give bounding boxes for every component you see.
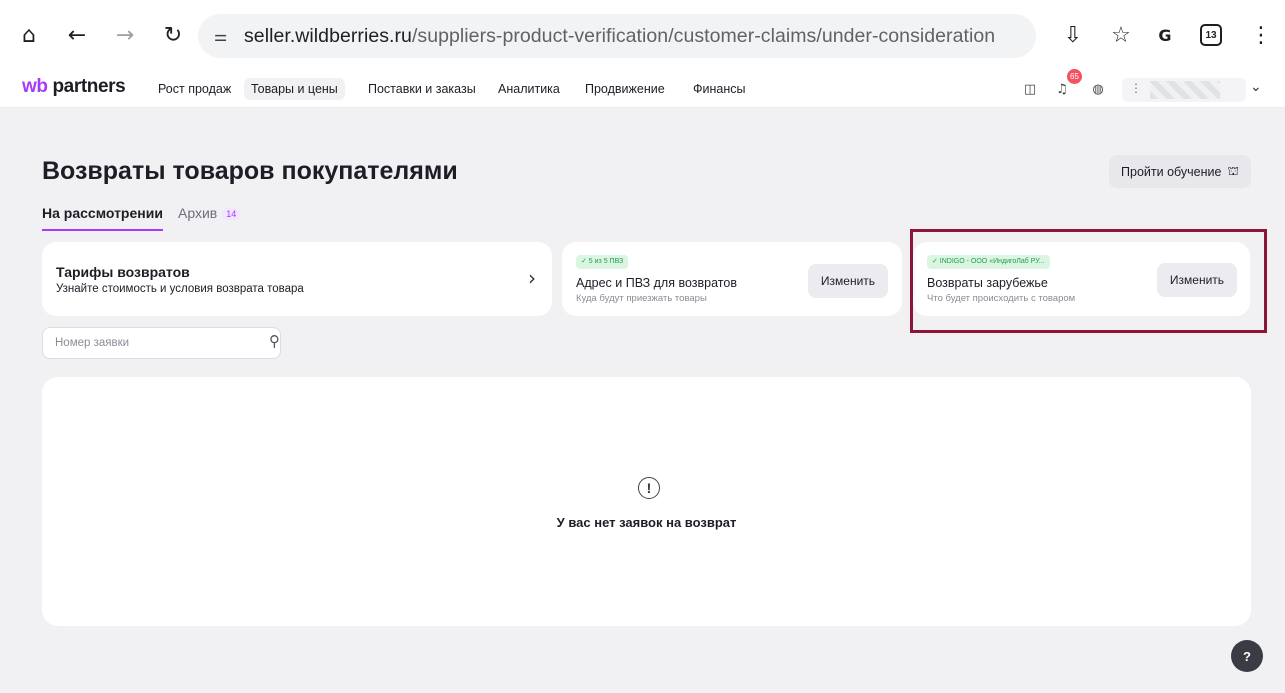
- tab-count: 13: [1205, 29, 1217, 41]
- reload-icon[interactable]: ↻: [160, 22, 186, 48]
- tab-under-consideration[interactable]: На рассмотрении: [42, 205, 163, 231]
- training-button[interactable]: Пройти обучение ⛫: [1109, 155, 1251, 188]
- profile-separator-icon: ⋮: [1130, 81, 1142, 95]
- tariff-subtitle: Узнайте стоимость и условия возврата тов…: [56, 283, 304, 295]
- help-button[interactable]: ?: [1231, 640, 1263, 672]
- graduation-cap-icon: ⛫: [1227, 163, 1239, 178]
- url-path: /suppliers-product-verification/customer…: [411, 24, 996, 47]
- back-icon[interactable]: ←: [64, 22, 90, 48]
- exclamation-circle-icon: !: [638, 477, 660, 499]
- support-icon[interactable]: ◍: [1088, 79, 1108, 99]
- address-card: ✓ 5 из 5 ПВЗ Адрес и ПВЗ для возвратов К…: [562, 242, 902, 316]
- browser-toolbar: ⌂ ← → ↻ ⚌ seller.wildberries.ru/supplier…: [0, 0, 1285, 70]
- address-status-badge: ✓ 5 из 5 ПВЗ: [576, 255, 629, 269]
- site-header: wb partners Рост продаж Товары и цены По…: [0, 70, 1285, 108]
- nav-goods-prices[interactable]: Товары и цены: [244, 78, 345, 100]
- highlight-frame: [910, 229, 1267, 333]
- search-input[interactable]: [43, 328, 243, 358]
- logo[interactable]: wb partners: [22, 76, 126, 98]
- address-title: Адрес и ПВЗ для возвратов: [576, 276, 737, 290]
- search-field[interactable]: ⚲: [42, 327, 281, 359]
- url-text[interactable]: seller.wildberries.ru/suppliers-product-…: [244, 25, 995, 48]
- nav-analytics[interactable]: Аналитика: [491, 78, 567, 100]
- nav-supplies-orders[interactable]: Поставки и заказы: [361, 78, 483, 100]
- tariff-card[interactable]: Тарифы возвратов Узнайте стоимость и усл…: [42, 242, 552, 316]
- logo-partners: partners: [47, 76, 126, 97]
- nav-sales-growth[interactable]: Рост продаж: [151, 78, 238, 100]
- profile-selector[interactable]: ⋮: [1122, 78, 1246, 102]
- menu-kebab-icon[interactable]: ⋮: [1248, 22, 1274, 48]
- install-app-icon[interactable]: ⇩: [1060, 22, 1086, 48]
- profile-name-redacted: [1150, 81, 1220, 99]
- bookmark-star-icon[interactable]: ☆: [1108, 22, 1134, 48]
- home-icon[interactable]: ⌂: [16, 22, 42, 48]
- empty-state-panel: ! У вас нет заявок на возврат: [42, 377, 1251, 626]
- notification-badge: 65: [1067, 69, 1082, 84]
- site-settings-icon[interactable]: ⚌: [214, 27, 236, 45]
- training-button-label: Пройти обучение: [1121, 164, 1222, 179]
- chat-icon[interactable]: ◫: [1020, 79, 1040, 99]
- address-bar[interactable]: ⚌ seller.wildberries.ru/suppliers-produc…: [198, 14, 1036, 58]
- tariff-title: Тарифы возвратов: [56, 264, 190, 280]
- archive-count-badge: 14: [222, 208, 241, 221]
- chevron-down-icon[interactable]: ⌄: [1250, 79, 1262, 95]
- tab-count-icon[interactable]: 13: [1200, 24, 1222, 46]
- tab-archive[interactable]: Архив 14: [178, 205, 241, 221]
- nav-finance[interactable]: Финансы: [686, 78, 752, 100]
- chevron-right-icon: ›: [528, 266, 536, 290]
- tab-under-consideration-label: На рассмотрении: [42, 205, 163, 221]
- forward-icon[interactable]: →: [112, 22, 138, 48]
- address-change-button[interactable]: Изменить: [808, 264, 888, 298]
- page-title: Возвраты товаров покупателями: [42, 157, 458, 185]
- empty-state-text: У вас нет заявок на возврат: [556, 515, 737, 530]
- logo-wb: wb: [22, 76, 48, 97]
- search-icon[interactable]: ⚲: [269, 332, 280, 350]
- url-host: seller.wildberries.ru: [244, 24, 412, 47]
- address-subtitle: Куда будут приезжать товары: [576, 293, 707, 304]
- translate-icon[interactable]: G: [1152, 22, 1178, 48]
- nav-promotion[interactable]: Продвижение: [578, 78, 672, 100]
- tab-archive-label: Архив: [178, 205, 218, 221]
